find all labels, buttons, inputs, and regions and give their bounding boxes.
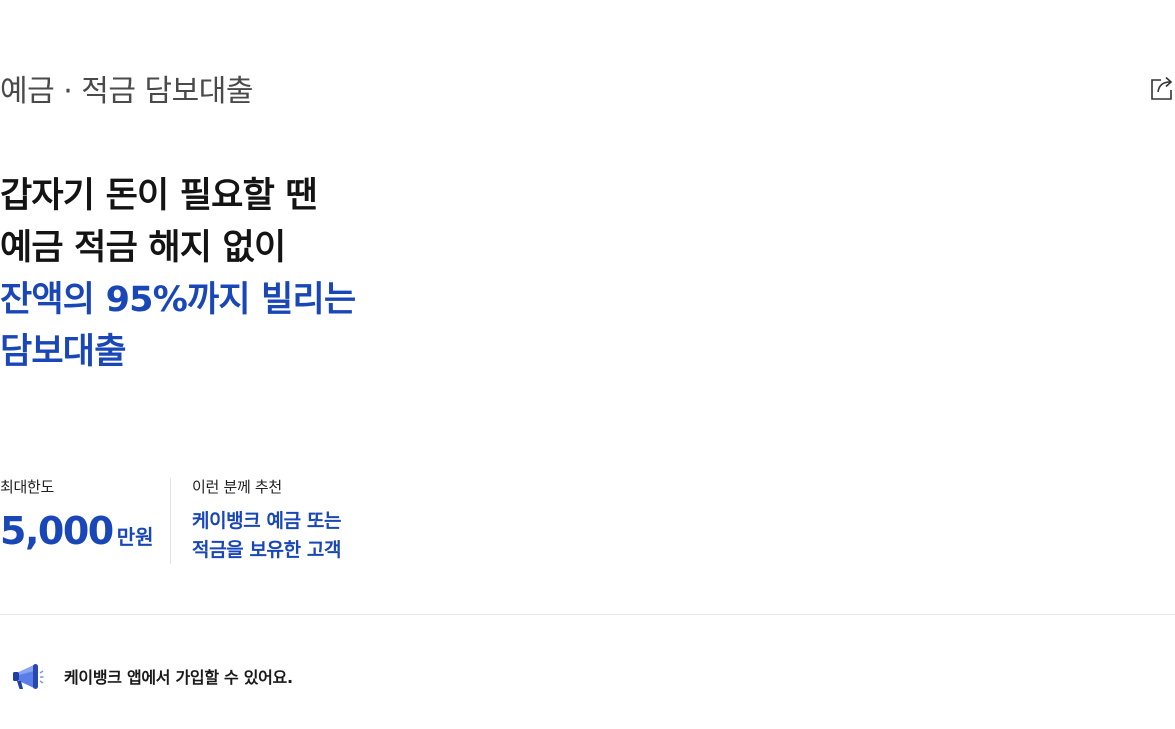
product-summary: 최대한도 5,000 만원 이런 분께 추천 케이뱅크 예금 또는 적금을 보유한… — [0, 476, 600, 566]
notice-text: 케이뱅크 앱에서 가입할 수 있어요. — [64, 668, 293, 687]
max-limit-unit: 만원 — [116, 525, 154, 549]
hero-line: 갑자기 돈이 필요할 땐 — [0, 176, 318, 216]
recommend-block: 이런 분께 추천 케이뱅크 예금 또는 적금을 보유한 고객 — [192, 476, 341, 565]
share-button[interactable] — [1149, 74, 1175, 102]
recommend-line: 적금을 보유한 고객 — [192, 539, 342, 561]
share-icon — [1149, 74, 1175, 102]
megaphone-icon — [10, 659, 44, 693]
product-page: 예금 · 적금 담보대출 갑자기 돈이 필요할 땐 예금 적금 해지 없이 잔액… — [0, 0, 1175, 729]
max-limit-label: 최대한도 — [0, 478, 55, 496]
recommend-target: 케이뱅크 예금 또는 적금을 보유한 고객 — [192, 507, 341, 565]
max-limit-block: 최대한도 5,000 만원 — [0, 476, 170, 553]
max-limit-amount: 5,000 — [0, 509, 114, 553]
app-join-notice: 케이뱅크 앱에서 가입할 수 있어요. — [10, 658, 293, 694]
max-limit-value: 5,000 만원 — [0, 509, 170, 553]
hero-line-highlight: 잔액의 95%까지 빌리는 — [0, 280, 356, 320]
hero-line-highlight: 담보대출 — [0, 332, 126, 372]
vertical-divider — [170, 478, 171, 564]
recommend-line: 케이뱅크 예금 또는 — [192, 510, 342, 532]
hero-line: 예금 적금 해지 없이 — [0, 228, 286, 268]
recommend-label: 이런 분께 추천 — [192, 478, 282, 496]
section-divider — [0, 614, 1175, 615]
page-title: 예금 · 적금 담보대출 — [0, 74, 253, 109]
hero-headline: 갑자기 돈이 필요할 땐 예금 적금 해지 없이 잔액의 95%까지 빌리는 담… — [0, 170, 356, 378]
